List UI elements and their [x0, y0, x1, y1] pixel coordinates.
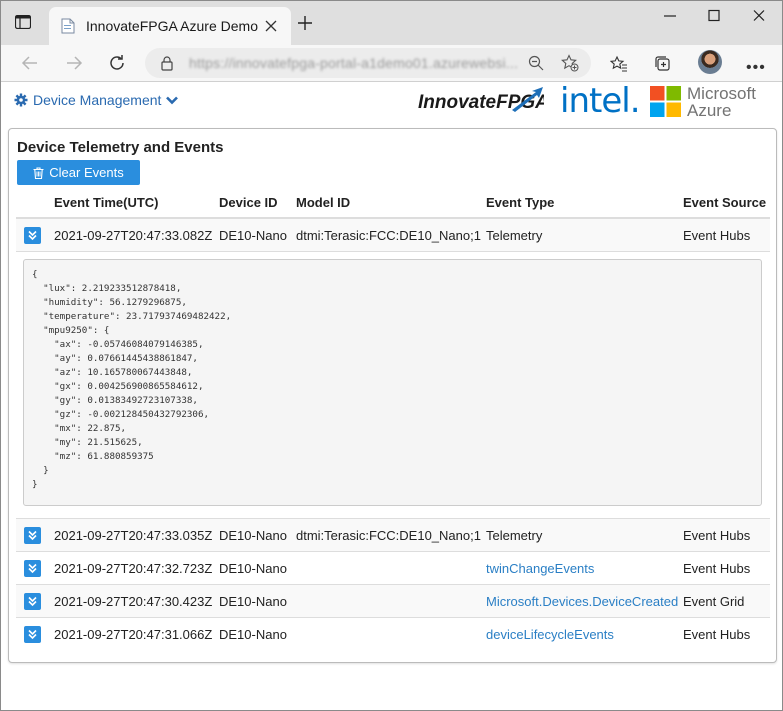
model-id-cell: dtmi:Terasic:FCC:DE10_Nano;1	[296, 217, 486, 252]
close-tab-icon[interactable]	[265, 20, 277, 32]
expanded-detail-row: { "lux": 2.219233512878418, "humidity": …	[16, 251, 770, 519]
minimize-icon[interactable]	[662, 9, 678, 23]
url-text[interactable]: https://innovatefpga-portal-a1demo01.azu…	[189, 55, 518, 71]
page-favicon-icon	[61, 18, 75, 34]
double-chevron-down-icon	[28, 230, 37, 241]
column-header-event-time[interactable]: Event Time(UTC)	[54, 187, 219, 219]
model-id-cell	[296, 551, 486, 585]
model-id-cell	[296, 617, 486, 650]
expand-column-header	[16, 187, 54, 219]
event-time-cell: 2021-09-27T20:47:30.423Z	[54, 584, 219, 618]
expand-row-button[interactable]	[24, 560, 41, 577]
column-header-device-id[interactable]: Device ID	[219, 187, 296, 219]
panel-title: Device Telemetry and Events	[17, 139, 224, 156]
azure-text: Azure	[687, 101, 732, 120]
double-chevron-down-icon	[28, 596, 37, 607]
trash-icon	[33, 166, 44, 179]
address-bar[interactable]: https://innovatefpga-portal-a1demo01.azu…	[145, 48, 591, 78]
microsoft-grid-icon	[650, 86, 681, 117]
microsoft-azure-text: Microsoft Azure	[687, 85, 756, 119]
event-source-cell: Event Hubs	[683, 518, 770, 552]
event-type-link[interactable]: deviceLifecycleEvents	[486, 617, 683, 650]
add-favorite-icon[interactable]	[561, 54, 579, 72]
model-id-cell	[296, 584, 486, 618]
back-icon[interactable]	[19, 52, 41, 74]
event-type-cell: Telemetry	[486, 217, 683, 252]
clear-events-label[interactable]: Clear Events	[49, 165, 123, 180]
lock-icon[interactable]	[160, 55, 174, 71]
device-id-cell: DE10-Nano	[219, 518, 296, 552]
expand-row-button[interactable]	[24, 527, 41, 544]
gear-icon	[14, 93, 28, 107]
expand-row-button[interactable]	[24, 593, 41, 610]
refresh-icon[interactable]	[106, 52, 128, 74]
double-chevron-down-icon	[28, 530, 37, 541]
new-tab-icon[interactable]	[297, 15, 313, 31]
microsoft-azure-logo: Microsoft Azure	[650, 85, 760, 119]
event-source-cell: Event Hubs	[683, 551, 770, 585]
event-type-link[interactable]: Microsoft.Devices.DeviceCreated	[486, 584, 683, 618]
favorites-icon[interactable]	[610, 55, 628, 73]
browser-tab[interactable]: InnovateFPGA Azure Demo	[49, 7, 291, 45]
events-table: Event Time(UTC) Device ID Model ID Event…	[16, 187, 770, 650]
event-source-cell: Event Hubs	[683, 217, 770, 252]
collections-icon[interactable]	[654, 55, 672, 73]
table-row[interactable]: 2021-09-27T20:47:33.035Z DE10-Nano dtmi:…	[16, 518, 770, 552]
device-id-cell: DE10-Nano	[219, 584, 296, 618]
table-header-row: Event Time(UTC) Device ID Model ID Event…	[16, 187, 770, 219]
tab-title: InnovateFPGA Azure Demo	[86, 18, 258, 34]
profile-avatar[interactable]	[698, 50, 722, 74]
event-time-cell: 2021-09-27T20:47:33.082Z	[54, 217, 219, 252]
page-header: Device Management InnovateFPGA intel. Mi…	[1, 81, 782, 122]
maximize-icon[interactable]	[706, 9, 722, 23]
device-id-cell: DE10-Nano	[219, 551, 296, 585]
event-source-cell: Event Hubs	[683, 617, 770, 650]
microsoft-text: Microsoft	[687, 84, 756, 103]
tab-bar: InnovateFPGA Azure Demo	[1, 1, 782, 45]
table-row[interactable]: 2021-09-27T20:47:32.723Z DE10-Nano twinC…	[16, 551, 770, 585]
innovatefpga-logo: InnovateFPGA	[418, 87, 544, 113]
column-header-model-id[interactable]: Model ID	[296, 187, 486, 219]
column-header-event-source[interactable]: Event Source	[683, 187, 770, 219]
more-options-icon[interactable]: •••	[746, 59, 766, 77]
double-chevron-down-icon	[28, 629, 37, 640]
event-time-cell: 2021-09-27T20:47:32.723Z	[54, 551, 219, 585]
event-detail-cell: { "lux": 2.219233512878418, "humidity": …	[16, 251, 770, 519]
table-row[interactable]: 2021-09-27T20:47:31.066Z DE10-Nano devic…	[16, 617, 770, 650]
clear-events-button[interactable]: Clear Events	[17, 160, 140, 185]
forward-icon[interactable]	[63, 52, 85, 74]
close-window-icon[interactable]	[751, 9, 767, 23]
event-time-cell: 2021-09-27T20:47:31.066Z	[54, 617, 219, 650]
zoom-out-icon[interactable]	[527, 54, 545, 72]
column-header-event-type[interactable]: Event Type	[486, 187, 683, 219]
expand-row-button[interactable]	[24, 227, 41, 244]
telemetry-panel: Device Telemetry and Events Clear Events…	[8, 128, 777, 663]
event-type-link[interactable]: twinChangeEvents	[486, 551, 683, 585]
device-management-menu[interactable]: Device Management	[14, 92, 179, 108]
device-management-label[interactable]: Device Management	[33, 92, 161, 108]
device-id-cell: DE10-Nano	[219, 617, 296, 650]
table-row[interactable]: 2021-09-27T20:47:33.082Z DE10-Nano dtmi:…	[16, 217, 770, 252]
intel-logo: intel.	[560, 81, 640, 121]
table-row[interactable]: 2021-09-27T20:47:30.423Z DE10-Nano Micro…	[16, 584, 770, 618]
event-source-cell: Event Grid	[683, 584, 770, 618]
double-chevron-down-icon	[28, 563, 37, 574]
event-type-cell: Telemetry	[486, 518, 683, 552]
expand-row-button[interactable]	[24, 626, 41, 643]
chevron-down-icon[interactable]	[166, 96, 179, 105]
browser-window: InnovateFPGA Azure Demo https://innovate…	[0, 0, 783, 711]
device-id-cell: DE10-Nano	[219, 217, 296, 252]
model-id-cell: dtmi:Terasic:FCC:DE10_Nano;1	[296, 518, 486, 552]
event-json-body: { "lux": 2.219233512878418, "humidity": …	[23, 259, 762, 506]
address-toolbar: https://innovatefpga-portal-a1demo01.azu…	[1, 45, 782, 82]
sidebar-toggle-icon[interactable]	[15, 15, 31, 29]
event-time-cell: 2021-09-27T20:47:33.035Z	[54, 518, 219, 552]
